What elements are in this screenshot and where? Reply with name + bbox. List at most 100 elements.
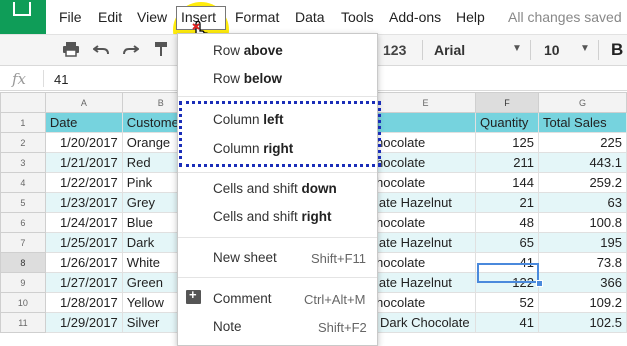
table-header-cell[interactable]: Quantity [475,112,539,133]
table-cell[interactable]: late Hazelnut [375,192,477,213]
formula-divider [43,70,44,87]
add-comment-icon: + [186,287,201,304]
menu-item-comment[interactable]: Comment [213,291,272,306]
menu-item-cells-shift-right[interactable]: Cells and shift right [213,209,332,224]
menu-item-new-sheet[interactable]: New sheet [213,250,277,265]
row-header[interactable]: 5 [0,192,46,213]
menu-item-cells-shift-down[interactable]: Cells and shift down [213,181,337,196]
table-cell[interactable]: hocolate [375,152,477,173]
menu-divider [178,172,377,173]
row-header[interactable]: 3 [0,152,46,173]
table-cell[interactable]: 1/29/2017 [44,312,123,333]
undo-icon[interactable] [93,42,109,56]
row-header[interactable]: 1 [0,112,46,133]
menu-tools[interactable]: Tools [341,9,374,25]
menu-format[interactable]: Format [235,9,279,25]
table-cell[interactable]: 1/24/2017 [44,212,123,233]
table-cell[interactable]: 225 [537,132,627,153]
table-cell[interactable]: late Hazelnut [375,232,477,253]
font-select[interactable]: Arial [434,42,465,58]
table-cell[interactable]: 366 [537,272,627,293]
save-status: All changes saved [508,9,622,25]
corner-cell[interactable] [0,92,46,113]
menu-divider [178,96,377,97]
row-header[interactable]: 4 [0,172,46,193]
column-header[interactable]: G [537,92,627,113]
table-cell[interactable]: 102.5 [537,312,627,333]
row-header[interactable]: 9 [0,272,46,293]
menu-item-row-above[interactable]: Row above [213,43,283,58]
table-cell[interactable]: 211 [475,152,539,173]
menu-edit[interactable]: Edit [98,9,122,25]
column-header[interactable]: F [475,92,539,113]
table-cell[interactable]: 65 [475,232,539,253]
menu-item-row-below[interactable]: Row below [213,71,282,86]
row-header[interactable]: 2 [0,132,46,153]
print-icon[interactable] [62,41,80,57]
row-header[interactable]: 10 [0,292,46,313]
table-cell[interactable]: hocolate [375,172,477,193]
fill-handle[interactable] [536,280,543,287]
table-cell[interactable]: 100.8 [537,212,627,233]
table-header-cell[interactable]: Date [44,112,123,133]
menu-help[interactable]: Help [456,9,485,25]
menu-addons[interactable]: Add-ons [389,9,441,25]
table-cell[interactable]: 125 [475,132,539,153]
menu-file[interactable]: File [59,9,82,25]
menu-view[interactable]: View [137,9,167,25]
bold-button[interactable]: B [611,40,623,60]
table-cell[interactable]: 63 [537,192,627,213]
shortcut-new-sheet: Shift+F11 [311,251,367,266]
table-cell[interactable]: 52 [475,292,539,313]
table-header-cell[interactable]: t [375,112,477,133]
row-header[interactable]: 11 [0,312,46,333]
menu-divider [178,277,377,278]
table-cell[interactable]: 1/21/2017 [44,152,123,173]
toolbar-divider [530,40,531,60]
column-options-highlight [179,101,381,167]
table-cell[interactable]: late Hazelnut [375,272,477,293]
table-cell[interactable]: hocolate [375,252,477,273]
table-cell[interactable]: 144 [475,172,539,193]
table-cell[interactable]: 1/26/2017 [44,252,123,273]
toolbar-divider [422,40,423,60]
table-cell[interactable]: 1/23/2017 [44,192,123,213]
number-format-button[interactable]: 123 [383,42,406,58]
table-cell[interactable]: 73.8 [537,252,627,273]
chevron-down-icon: ▼ [512,43,522,54]
table-cell[interactable]: 1/22/2017 [44,172,123,193]
table-cell[interactable]: 41 [475,312,539,333]
table-cell[interactable]: 1/20/2017 [44,132,123,153]
formula-input[interactable]: 41 [54,72,68,87]
table-cell[interactable]: 259.2 [537,172,627,193]
shortcut-note: Shift+F2 [318,320,367,335]
column-header[interactable]: E [375,92,477,113]
table-header-cell[interactable]: Total Sales [537,112,627,133]
table-cell[interactable]: 21 [475,192,539,213]
row-header[interactable]: 6 [0,212,46,233]
table-cell[interactable]: 48 [475,212,539,233]
table-cell[interactable]: 443.1 [537,152,627,173]
grid-icon [13,2,31,16]
table-cell[interactable]: 1/28/2017 [44,292,123,313]
toolbar-divider [598,40,599,60]
table-cell[interactable]: 1/25/2017 [44,232,123,253]
table-cell[interactable]: 109.2 [537,292,627,313]
table-cell[interactable]: Dark Chocolate [375,312,477,333]
table-cell[interactable]: hocolate [375,132,477,153]
font-size-select[interactable]: 10 [544,42,560,58]
row-header[interactable]: 8 [0,252,46,273]
menu-data[interactable]: Data [295,9,325,25]
menu-item-note[interactable]: Note [213,319,242,334]
table-cell[interactable]: 1/27/2017 [44,272,123,293]
redo-icon[interactable] [123,42,139,56]
row-header[interactable]: 7 [0,232,46,253]
fx-icon: fx [12,70,27,88]
table-cell[interactable]: hocolate [375,212,477,233]
table-cell[interactable]: hocolate [375,292,477,313]
active-cell-border [477,263,539,283]
sheets-logo[interactable] [0,0,46,34]
paint-format-icon[interactable] [154,41,168,57]
table-cell[interactable]: 195 [537,232,627,253]
column-header[interactable]: A [44,92,123,113]
